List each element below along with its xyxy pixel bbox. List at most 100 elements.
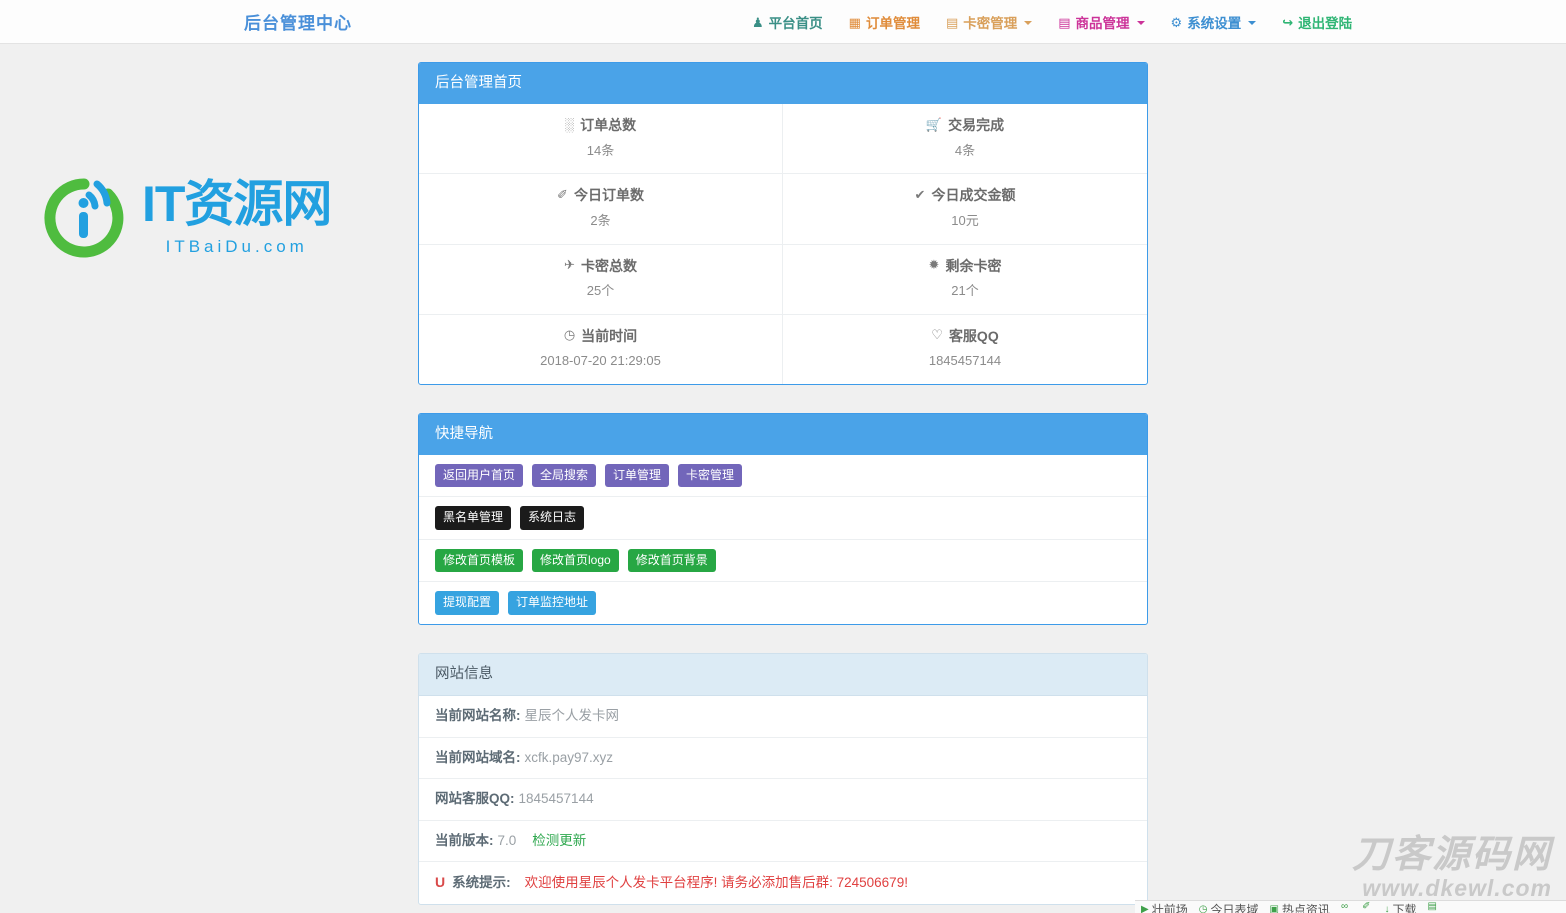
clock-icon: ◷ <box>563 327 576 343</box>
gear-icon: ⚙ <box>1170 14 1183 30</box>
stat-label: 当前时间 <box>581 327 638 344</box>
top-navbar: 后台管理中心 ♟ 平台首页 ▦ 订单管理 ▤ 卡密管理 ▤ 商品管理 ⚙ 系统设置 ↪ 退出登陆 <box>0 0 1566 44</box>
stat-label: 订单总数 <box>580 117 637 134</box>
stat-label: 今日成交金额 <box>931 187 1016 204</box>
user-icon: ♟ <box>752 14 764 30</box>
bottom-toolbar-strip: ▶ 壮前场 ◷ 今日表域 ▣ 热点资讯 ∞ ✐ ↓ 下载 ▤ <box>1135 900 1566 913</box>
stat-value: 14条 <box>586 142 615 158</box>
siteinfo-label: 当前网站名称: <box>435 708 521 724</box>
nav-item-label: 退出登陆 <box>1298 16 1353 31</box>
nav-item-label: 订单管理 <box>865 16 920 31</box>
stat-title: ✹ 剩余卡密 <box>791 257 1139 275</box>
nav-item-4[interactable]: ⚙ 系统设置 <box>1171 12 1257 32</box>
siteinfo-panel-title: 网站信息 <box>419 653 1147 697</box>
quicknav-rows: 返回用户首页 全局搜索 订单管理 卡密管理 黑名单管理 系统日志 修改首页模板 修改首页log… <box>419 455 1147 624</box>
quicknav-button[interactable]: 卡密管理 <box>678 464 743 488</box>
quicknav-button[interactable]: 修改首页模板 <box>435 548 524 573</box>
cart-icon: 🛒 <box>925 117 943 133</box>
stat-label: 卡密总数 <box>580 257 637 274</box>
siteinfo-row: 网站客服QQ: 1845457144 <box>419 779 1147 821</box>
brand-title[interactable]: 后台管理中心 <box>244 9 352 34</box>
bottom-strip-label: 下载 <box>1392 903 1417 913</box>
stat-cell: ◷ 当前时间 2018-07-20 21:29:05 <box>419 314 783 384</box>
video2-icon: ▣ <box>1269 904 1279 913</box>
chevron-down-icon <box>1136 21 1145 25</box>
stat-label: 剩余卡密 <box>945 257 1002 274</box>
quicknav-button[interactable]: 订单监控地址 <box>508 591 597 615</box>
siteinfo-label: 当前网站域名: <box>435 749 521 765</box>
stat-cell: ✈ 卡密总数 25个 <box>419 244 783 315</box>
nav-item-label: 卡密管理 <box>963 16 1018 31</box>
quicknav-button[interactable]: 全局搜索 <box>532 464 597 488</box>
nav-item-1[interactable]: ▦ 订单管理 <box>849 12 920 32</box>
tip-label: 系统提示: <box>452 875 511 891</box>
book-icon: ▤ <box>1058 14 1071 30</box>
dashboard-panel: 后台管理首页 ░ 订单总数 14条 🛒 交易完成 4条 ✐ 今日订单数 2条 ✔ 今日成交金额 10元… <box>418 62 1148 385</box>
quicknav-button[interactable]: 修改首页背景 <box>627 548 716 573</box>
quicknav-button[interactable]: 修改首页logo <box>532 548 619 573</box>
stat-title: ◷ 当前时间 <box>427 327 774 345</box>
heart-icon: ♡ <box>931 327 943 343</box>
bottom-strip-item[interactable]: ▤ <box>1427 901 1439 912</box>
siteinfo-row: 当前网站名称: 星辰个人发卡网 <box>419 696 1147 738</box>
stat-title: ♡ 客服QQ <box>791 327 1139 345</box>
nav-item-5[interactable]: ↪ 退出登陆 <box>1282 12 1352 32</box>
stat-cell: 🛒 交易完成 4条 <box>783 104 1147 175</box>
clock-icon: ◷ <box>1198 904 1208 913</box>
tip-text: 欢迎使用星辰个人发卡平台程序! 请务必添加售后群: 724506679! <box>524 875 908 891</box>
stat-label: 客服QQ <box>948 327 999 344</box>
stat-value: 1845457144 <box>928 352 1002 368</box>
nav-item-2[interactable]: ▤ 卡密管理 <box>945 12 1033 32</box>
nav-item-0[interactable]: ♟ 平台首页 <box>752 12 823 32</box>
siteinfo-tip-row: U 系统提示: 欢迎使用星辰个人发卡平台程序! 请务必添加售后群: 72450667… <box>419 862 1147 904</box>
siteinfo-value: 1845457144 <box>518 791 594 807</box>
siteinfo-label: 网站客服QQ: <box>435 791 515 807</box>
dashboard-stats-grid: ░ 订单总数 14条 🛒 交易完成 4条 ✐ 今日订单数 2条 ✔ 今日成交金额 10元 ✈ 卡密总数 25… <box>419 104 1147 384</box>
video-icon: ▶ <box>1141 904 1149 913</box>
asterisk-icon: ✹ <box>928 257 940 273</box>
quicknav-button[interactable]: 提现配置 <box>435 591 500 615</box>
leaf-icon: ✐ <box>557 187 568 203</box>
bottom-strip-item[interactable]: ▣ 热点资讯 <box>1269 901 1329 913</box>
bottom-strip-label: 今日表域 <box>1210 903 1259 913</box>
logout-icon: ↪ <box>1282 14 1294 30</box>
quicknav-button[interactable]: 返回用户首页 <box>435 464 524 488</box>
quicknav-row: 黑名单管理 系统日志 <box>419 497 1147 540</box>
bottom-strip-label: 热点资讯 <box>1281 903 1330 913</box>
quicknav-button[interactable]: 系统日志 <box>520 506 585 530</box>
check-icon: ✔ <box>914 187 926 203</box>
siteinfo-value: 星辰个人发卡网 <box>524 708 620 724</box>
nav-item-3[interactable]: ▤ 商品管理 <box>1058 12 1145 32</box>
bottom-strip-item[interactable]: ▶ 壮前场 <box>1141 901 1188 913</box>
check-update-link[interactable]: 检测更新 <box>532 832 586 850</box>
siteinfo-version-row: 当前版本: 7.0 检测更新 <box>419 821 1147 863</box>
grid2-icon: ▤ <box>1427 901 1437 912</box>
stat-value: 21个 <box>951 282 979 298</box>
version-value: 7.0 <box>497 832 517 848</box>
quicknav-row: 返回用户首页 全局搜索 订单管理 卡密管理 <box>419 455 1147 498</box>
stat-value: 25个 <box>586 282 615 298</box>
siteinfo-value: xcfk.pay97.xyz <box>524 749 614 765</box>
nav-item-label: 系统设置 <box>1187 16 1242 31</box>
dashboard-panel-title: 后台管理首页 <box>419 63 1147 105</box>
quicknav-button[interactable]: 黑名单管理 <box>435 506 512 530</box>
version-label: 当前版本: <box>435 832 494 848</box>
bottom-strip-item[interactable]: ↓ 下载 <box>1384 901 1416 913</box>
book-icon: ▤ <box>945 14 959 30</box>
bottom-strip-item[interactable]: ◷ 今日表域 <box>1199 901 1259 913</box>
stat-cell: ✔ 今日成交金额 10元 <box>783 174 1147 245</box>
grid-icon: ░ <box>564 117 575 133</box>
link-icon: ∞ <box>1340 901 1349 912</box>
stat-title: ░ 订单总数 <box>427 116 774 134</box>
stat-value: 2条 <box>590 212 611 228</box>
chevron-down-icon <box>1024 21 1033 25</box>
bottom-strip-item[interactable]: ∞ <box>1341 901 1351 912</box>
quicknav-button[interactable]: 订单管理 <box>605 464 670 488</box>
stat-cell: ✹ 剩余卡密 21个 <box>783 245 1147 315</box>
stat-cell: ✐ 今日订单数 2条 <box>419 174 783 245</box>
bottom-strip-item[interactable]: ✐ <box>1362 901 1373 912</box>
down-icon: ↓ <box>1384 904 1390 913</box>
stat-label: 交易完成 <box>948 117 1005 134</box>
quicknav-row: 提现配置 订单监控地址 <box>419 582 1147 623</box>
magnet-icon: U <box>435 874 446 891</box>
